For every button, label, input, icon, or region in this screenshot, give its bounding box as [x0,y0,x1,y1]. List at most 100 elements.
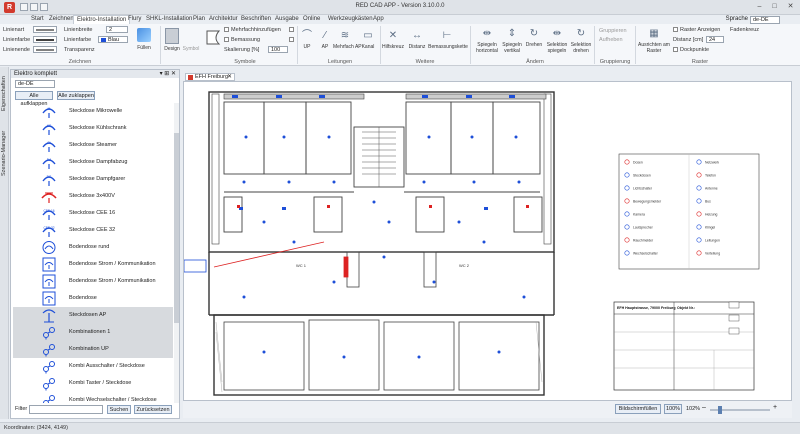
minimize-button[interactable]: – [753,2,766,12]
list-item-label: Bodendose [69,295,97,301]
legend-label: Klingel [705,225,715,229]
list-item-label: Steckdose CEE 16 [69,210,116,216]
list-item[interactable]: DG Steckdose Dampfgarer [13,171,173,188]
option-checkbox-1[interactable] [289,27,294,32]
panel-scrollbar[interactable] [174,103,179,403]
gruppieren-button[interactable]: Gruppieren [599,28,627,34]
list-item[interactable]: Bodendose Strom / Kommunikation [13,273,173,290]
fill-icon[interactable] [137,28,151,42]
mehrfach-checkbox[interactable] [224,27,229,32]
svg-text:KS: KS [47,124,51,128]
zoom-slider-thumb[interactable] [718,406,722,414]
menu-beschriften[interactable]: Beschriften [238,15,274,24]
up-line-icon[interactable]: ⌒ [301,30,313,42]
menu-flury[interactable]: Flury [125,15,144,24]
linienfarbe-select[interactable] [33,36,57,43]
drawing-canvas[interactable]: WC 1 WC 2 Dosen Steckdosen Lichtschalter Be… [183,81,792,401]
list-item[interactable]: Kombi Ausschalter / Steckdose [13,358,173,375]
titleblock-project: EFH Hauptstrasse, 79000 Freiburg [617,306,676,310]
list-item[interactable]: Kombi Wechselschalter / Steckdose [13,392,173,403]
tab-eigenschaften[interactable]: Eigenschaften [1,71,8,117]
drawing-tab[interactable]: EFH Freiburg ✕ [185,73,235,81]
menu-start[interactable]: Start [28,15,47,24]
list-item[interactable]: Bodendose rund [13,239,173,256]
search-button[interactable]: Suchen [107,405,131,414]
kanal-icon[interactable]: ▭ [362,30,374,42]
ap-line-icon[interactable]: ⁄ [319,30,331,42]
symbol-icon [41,325,57,340]
menu-werkzeugkaesten[interactable]: Werkzeugkästen [325,15,376,24]
category-row[interactable]: Kombination UP [13,341,173,358]
menu-app[interactable]: App [370,15,387,24]
list-item-label: Steckdose Mikrowelle [69,108,123,114]
close-tab-icon[interactable]: ✕ [227,74,232,81]
category-row[interactable]: Kombinationen 1 [13,324,173,341]
linienende-select[interactable] [33,46,57,53]
spiegeln-vertikal-icon[interactable]: ⇕ [506,28,518,40]
zoom-100-button[interactable]: 100% [664,404,682,414]
maximize-button[interactable]: □ [768,2,781,12]
collapse-all-button[interactable]: Alle zuklappen [57,91,95,100]
panel-title: Elektro komplett [14,71,58,77]
group-label-symbole: Symbole [234,59,256,65]
category-row[interactable]: Steckdosen AP [13,307,173,324]
menu-ausgabe[interactable]: Ausgabe [272,15,302,24]
bemassungskette-icon[interactable]: ⊢ [441,30,453,42]
shape-icon[interactable] [205,28,223,46]
linienbreite-input[interactable]: 2 [106,26,128,33]
zoom-in-button[interactable]: + [773,404,777,411]
list-item[interactable]: Bodendose Strom / Kommunikation [13,256,173,273]
close-button[interactable]: ✕ [784,2,797,12]
fit-screen-button[interactable]: Bildschirmfüllen [615,404,661,414]
mehrfach-ap-icon[interactable]: ≋ [339,30,351,42]
selektion-spiegeln-icon[interactable]: ⇹ [551,28,563,40]
expand-all-button[interactable]: Alle aufklappen [15,91,53,107]
dockpunkte-checkbox[interactable] [673,47,678,52]
bemassung-checkbox[interactable] [224,37,229,42]
option-checkbox-2[interactable] [289,37,294,42]
aufheben-button[interactable]: Aufheben [599,37,623,43]
spiegeln-vertikal-label: Spiegeln vertikal [502,42,522,54]
menu-architektur[interactable]: Architektur [206,15,241,24]
list-item[interactable]: CEE 16 Steckdose CEE 16 [13,205,173,222]
panel-header-icons[interactable]: ▾ ⊞ ✕ [160,70,176,78]
raster-anzeigen-checkbox[interactable] [673,27,678,32]
group-label-raster: Raster [691,59,709,65]
svg-text:St: St [47,141,50,145]
panel-language-select[interactable]: de-DE [15,80,55,88]
skalierung-input[interactable]: 100 [268,46,288,53]
linienart-select[interactable] [33,26,57,33]
zoom-out-button[interactable]: – [702,404,706,411]
plan-upper-outline [208,91,555,253]
hilfskreuz-icon[interactable]: ✕ [387,30,399,42]
symbol-icon [41,274,57,289]
list-item[interactable]: Kombi Taster / Steckdose [13,375,173,392]
language-select[interactable]: de-DE [750,16,780,24]
distanz-icon[interactable]: ↔ [411,30,423,42]
spiegeln-horizontal-icon[interactable]: ⇹ [481,28,493,40]
linienfarbe2-select[interactable]: Blau [98,36,128,43]
list-item[interactable]: DA Steckdose Dampfabzug [13,154,173,171]
distanz-cm-input[interactable]: 24 [706,36,724,43]
zoom-slider[interactable] [710,406,770,414]
drehen-icon[interactable]: ↻ [528,28,540,40]
list-item[interactable]: KS Steckdose Kühlschrank [13,120,173,137]
tab-szenario-manager[interactable]: Szenario-Manager [1,123,8,183]
design-icon[interactable] [165,28,179,44]
grid-icon[interactable]: ▦ [648,28,660,40]
legend-label: Leitungen [705,238,720,242]
menu-elektro-installation[interactable]: Elektro-Installation [73,15,131,24]
menu-shkl-installation[interactable]: SHKL-Installation [143,15,195,24]
list-item[interactable]: M Steckdose Mikrowelle [13,103,173,120]
selektion-drehen-icon[interactable]: ↻ [575,28,587,40]
reset-button[interactable]: Zurücksetzen [134,405,172,414]
color-swatch [101,38,106,42]
filter-input[interactable] [29,405,103,414]
list-item[interactable]: CEE 32 Steckdose CEE 32 [13,222,173,239]
bemassung-label: Bemassung [231,37,261,43]
menu-online[interactable]: Online [300,15,323,24]
list-item[interactable]: Steckdose 3x400V [13,188,173,205]
list-item[interactable]: St Steckdose Steamer [13,137,173,154]
scroll-thumb[interactable] [174,133,179,323]
list-item[interactable]: Bodendose [13,290,173,307]
